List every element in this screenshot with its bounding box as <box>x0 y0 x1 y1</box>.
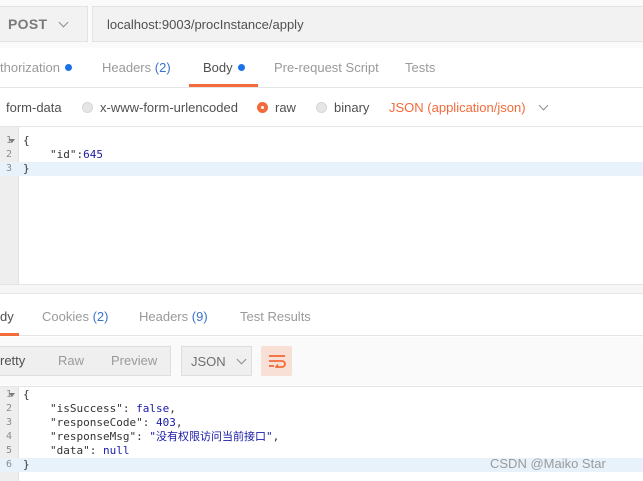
tab-test-results[interactable]: Test Results <box>240 294 311 336</box>
chevron-down-icon <box>58 17 69 27</box>
code-line: 2 "isSuccess": false, <box>0 402 643 416</box>
tab-pre-request-script[interactable]: Pre-request Script <box>274 48 379 88</box>
json-key: "responseMsg" <box>50 430 137 443</box>
tab-label: Body <box>203 60 233 75</box>
radio-checked-icon[interactable] <box>257 101 268 113</box>
code-text: } <box>23 458 30 471</box>
tab-label: Tests <box>405 60 436 75</box>
line-number: 2 <box>5 149 12 160</box>
chevron-down-icon <box>236 354 247 364</box>
code-text: { <box>23 134 30 147</box>
option-label: raw <box>275 99 296 115</box>
line-number: 6 <box>5 459 12 470</box>
code-line: 4 "responseMsg": "没有权限访问当前接口", <box>0 430 643 444</box>
tab-tests[interactable]: Tests <box>405 48 435 88</box>
tab-label: Test Results <box>240 309 311 324</box>
view-pretty-button[interactable]: retty <box>0 347 25 375</box>
json-key: "data" <box>50 444 90 457</box>
response-tabs: dy Cookies (2) Headers (9) Test Results <box>0 294 643 336</box>
option-label: binary <box>334 99 370 115</box>
line-number: 3 <box>5 417 12 428</box>
watermark: CSDN @Maiko Star <box>490 456 606 471</box>
active-tab-indicator <box>189 84 258 87</box>
response-toolbar: retty Raw Preview JSON <box>0 337 643 385</box>
json-value: 403 <box>155 416 176 429</box>
format-select[interactable]: JSON <box>181 346 252 376</box>
chevron-down-icon <box>538 100 549 110</box>
tab-response-headers[interactable]: Headers (9) <box>139 294 208 336</box>
method-select[interactable]: POST <box>0 6 88 42</box>
request-body-editor[interactable]: 1 { 2 "id":645 3 } <box>0 126 643 284</box>
code-line: 3 "responseCode": 403, <box>0 416 643 430</box>
code-text: "id":645 <box>50 148 103 161</box>
code-text: { <box>23 388 30 401</box>
radio-icon[interactable] <box>316 101 327 113</box>
json-comma: , <box>175 416 183 429</box>
format-label: JSON <box>191 353 226 369</box>
code-line: 2 "id":645 <box>0 148 643 162</box>
json-comma: , <box>169 402 176 415</box>
line-number: 5 <box>5 445 12 456</box>
view-raw-button[interactable]: Raw <box>58 347 84 375</box>
tab-headers[interactable]: Headers (2) <box>102 48 171 88</box>
tab-label: Headers <box>139 309 189 324</box>
method-label: POST <box>8 16 48 32</box>
tab-response-cookies[interactable]: Cookies (2) <box>42 294 108 336</box>
url-bar: POST <box>0 0 643 48</box>
option-label: x-www-form-urlencoded <box>100 99 238 115</box>
modified-dot-icon <box>64 64 72 71</box>
wrap-lines-button[interactable] <box>261 346 292 376</box>
code-line: 1 { <box>0 134 643 148</box>
body-option-binary[interactable]: binary <box>316 89 369 125</box>
body-type-options: form-data x-www-form-urlencoded raw bina… <box>0 89 643 125</box>
tab-body[interactable]: Body <box>203 48 245 88</box>
code-text: "isSuccess": false, <box>50 402 176 415</box>
tab-authorization[interactable]: thorization <box>0 48 72 88</box>
code-text: "responseMsg": "没有权限访问当前接口", <box>50 430 280 443</box>
body-option-form-data[interactable]: form-data <box>6 89 62 125</box>
json-comma: , <box>272 430 280 443</box>
tab-count: (9) <box>191 309 208 324</box>
request-tabs: thorization Headers (2) Body Pre-request… <box>0 48 643 88</box>
view-mode-group: retty Raw Preview <box>0 346 171 376</box>
body-option-urlencoded[interactable]: x-www-form-urlencoded <box>82 89 238 125</box>
fold-arrow-icon[interactable] <box>9 393 15 397</box>
tab-response-body[interactable]: dy <box>0 294 14 336</box>
json-value: null <box>103 444 130 457</box>
json-key: "isSuccess" <box>50 402 123 415</box>
pane-divider[interactable] <box>0 284 643 294</box>
tab-label: Headers <box>102 60 152 75</box>
code-line: 1 { <box>0 388 643 402</box>
code-text: "data": null <box>50 444 130 457</box>
line-number: 4 <box>5 431 12 442</box>
view-preview-button[interactable]: Preview <box>111 347 157 375</box>
json-key: "responseCode" <box>50 416 143 429</box>
line-number: 3 <box>5 163 12 174</box>
tab-label: Pre-request Script <box>274 60 379 75</box>
json-value: "没有权限访问当前接口" <box>149 430 273 443</box>
url-input[interactable] <box>92 6 643 42</box>
json-value: 645 <box>83 148 103 161</box>
tab-label: thorization <box>0 60 60 75</box>
code-line-active: 3 } <box>0 162 643 176</box>
fold-arrow-icon[interactable] <box>9 139 15 143</box>
code-text: "responseCode": 403, <box>50 416 183 429</box>
active-tab-indicator <box>0 333 19 336</box>
wrap-lines-icon <box>268 355 286 368</box>
tab-count: (2) <box>92 309 109 324</box>
option-label: form-data <box>6 99 62 115</box>
tab-label: Cookies <box>42 309 89 324</box>
radio-icon[interactable] <box>82 101 93 113</box>
json-key: "id" <box>50 148 77 161</box>
tab-label: dy <box>0 309 14 324</box>
line-number: 2 <box>5 403 12 414</box>
body-option-raw[interactable]: raw <box>257 89 296 125</box>
content-type-label: JSON (application/json) <box>389 99 526 115</box>
modified-dot-icon <box>237 64 245 71</box>
content-type-dropdown[interactable]: JSON (application/json) <box>389 89 549 125</box>
json-value: false <box>136 402 170 415</box>
tab-count: (2) <box>154 60 171 75</box>
code-text: } <box>23 162 30 175</box>
